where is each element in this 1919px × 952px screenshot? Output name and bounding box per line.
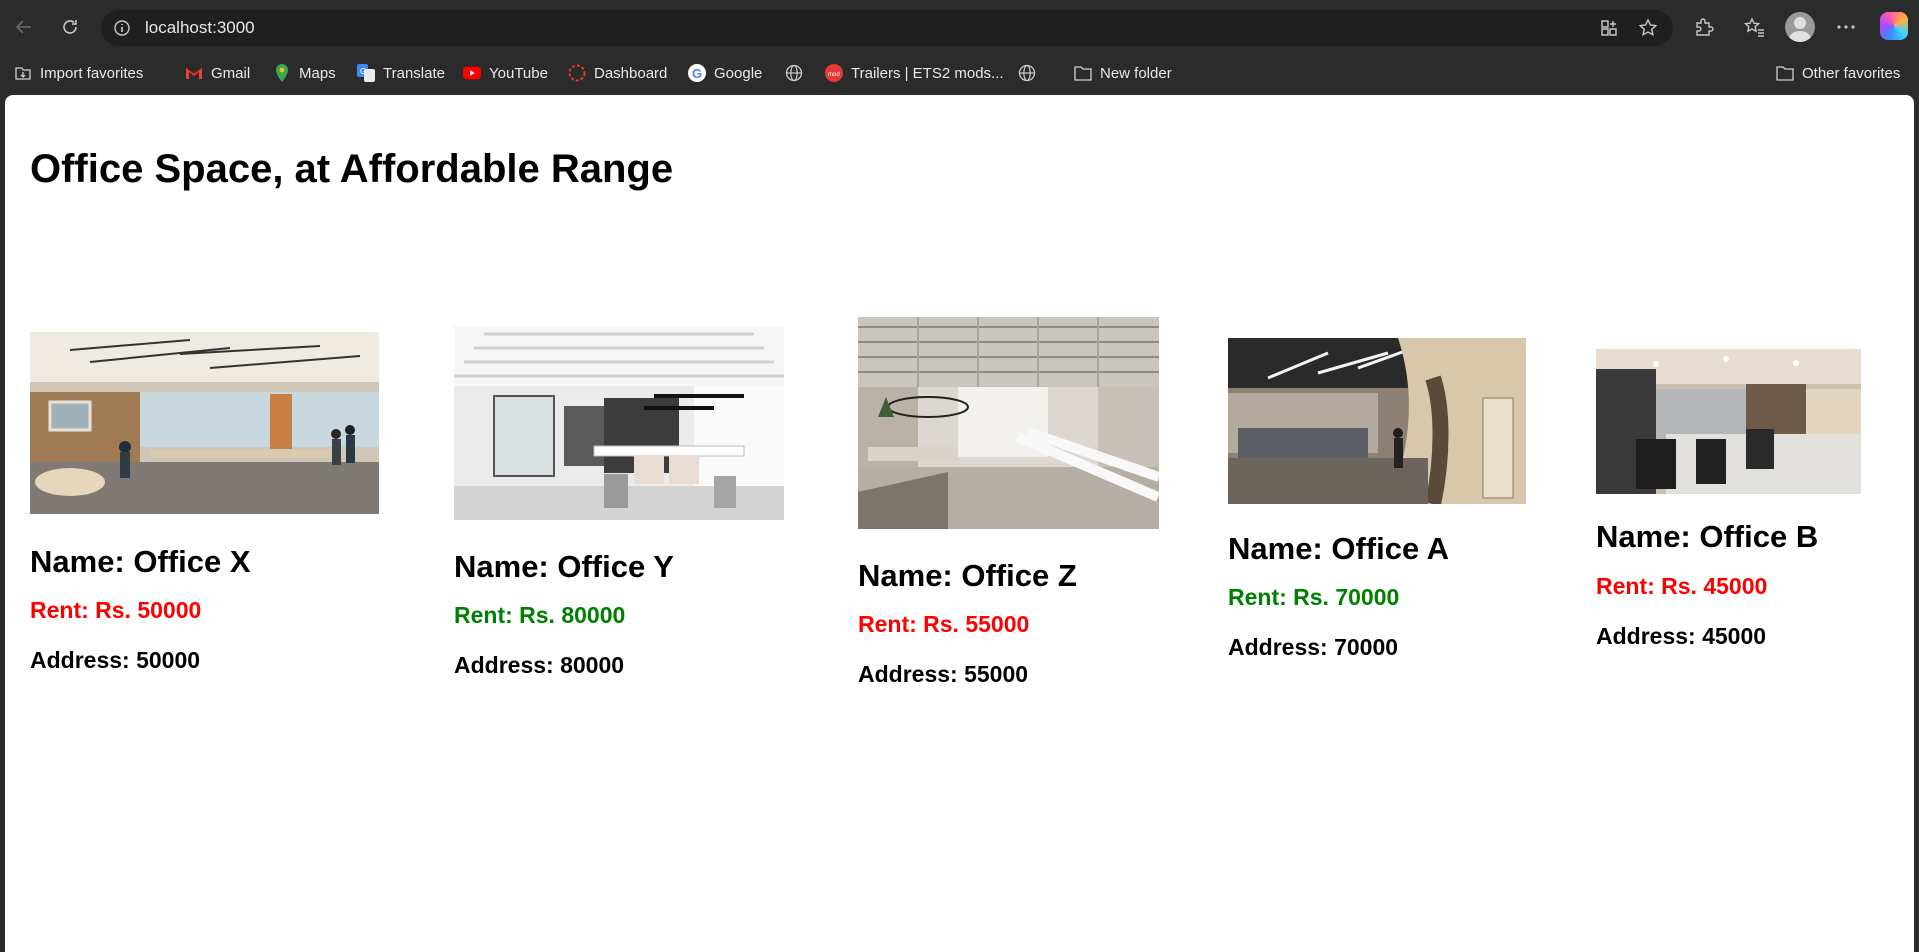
youtube-icon — [463, 64, 481, 82]
office-photo — [30, 332, 379, 514]
bookmark-label: Dashboard — [594, 64, 668, 82]
svg-text:mod: mod — [828, 72, 840, 78]
google-icon: G — [688, 64, 706, 82]
favorites-button[interactable] — [1741, 13, 1769, 41]
office-rent: Rent: Rs. 50000 — [30, 597, 202, 623]
office-address: Address: 55000 — [858, 661, 1029, 687]
bookmark-youtube[interactable]: YouTube — [463, 62, 548, 84]
copilot-icon[interactable] — [1880, 12, 1908, 40]
bookmark-gmail[interactable]: Gmail — [185, 62, 250, 84]
bookmark-globe-2[interactable] — [1018, 62, 1044, 84]
app-available-icon[interactable] — [1599, 18, 1619, 38]
svg-text:G: G — [360, 67, 366, 76]
bookmark-label: YouTube — [489, 64, 548, 82]
bookmark-import-favorites[interactable]: Import favorites — [14, 62, 143, 84]
refresh-icon — [63, 20, 77, 34]
address-bar[interactable] — [101, 10, 1673, 46]
more-menu-button[interactable] — [1832, 13, 1860, 41]
office-rent: Rent: Rs. 80000 — [454, 602, 626, 628]
bookmark-label: Maps — [299, 64, 336, 82]
ellipsis-icon — [1837, 25, 1855, 29]
profile-avatar[interactable] — [1785, 12, 1815, 42]
office-photo — [858, 317, 1159, 529]
bookmark-google[interactable]: G Google — [688, 62, 762, 84]
office-name: Name: Office X — [30, 544, 251, 579]
site-info-icon[interactable] — [113, 19, 131, 37]
svg-text:G: G — [692, 66, 702, 81]
bookmark-ets2[interactable]: mod Trailers | ETS2 mods... — [825, 62, 1004, 84]
gmail-icon — [185, 64, 203, 82]
bookmark-label: Import favorites — [40, 64, 144, 82]
office-name: Name: Office Y — [454, 549, 674, 584]
bookmark-label: Translate — [383, 64, 445, 82]
bookmark-translate[interactable]: G Translate — [357, 62, 445, 84]
bookmark-label: Gmail — [211, 64, 251, 82]
url-input[interactable] — [145, 18, 1545, 38]
bookmark-label: Google — [714, 64, 763, 82]
bookmark-other-favorites[interactable]: Other favorites — [1776, 62, 1900, 84]
translate-icon: G — [357, 64, 375, 82]
dashboard-icon — [568, 64, 586, 82]
office-name: Name: Office Z — [858, 558, 1077, 593]
globe-icon — [1018, 64, 1036, 82]
extensions-button[interactable] — [1690, 13, 1718, 41]
import-icon — [14, 64, 32, 82]
bookmark-dashboard[interactable]: Dashboard — [568, 62, 667, 84]
page-title: Office Space, at Affordable Range — [30, 147, 674, 191]
bookmark-label: Other favorites — [1802, 64, 1901, 82]
office-address: Address: 45000 — [1596, 623, 1767, 649]
office-photo — [1228, 338, 1526, 504]
folder-icon — [1074, 64, 1092, 82]
office-rent: Rent: Rs. 55000 — [858, 611, 1030, 637]
bookmark-label: New folder — [1100, 64, 1172, 82]
bookmarks-bar: Import favorites Gmail Maps G Translate … — [0, 54, 1919, 136]
bookmark-maps[interactable]: Maps — [273, 62, 336, 84]
office-name: Name: Office B — [1596, 519, 1819, 554]
bookmark-label: Trailers | ETS2 mods... — [851, 64, 1004, 82]
bookmark-new-folder[interactable]: New folder — [1074, 62, 1172, 84]
office-name: Name: Office A — [1228, 531, 1450, 566]
office-rent: Rent: Rs. 45000 — [1596, 573, 1768, 599]
office-rent: Rent: Rs. 70000 — [1228, 584, 1400, 610]
office-photo — [454, 326, 784, 520]
favorite-star-icon[interactable] — [1638, 18, 1658, 38]
puzzle-icon — [1696, 18, 1714, 36]
browser-toolbar — [0, 0, 1919, 54]
back-button[interactable] — [8, 11, 40, 43]
folder-icon — [1776, 64, 1794, 82]
globe-icon — [785, 64, 803, 82]
office-address: Address: 80000 — [454, 652, 625, 678]
office-address: Address: 50000 — [30, 647, 201, 673]
office-photo — [1596, 349, 1861, 494]
bookmark-globe-1[interactable] — [785, 62, 811, 84]
maps-icon — [273, 64, 291, 82]
ets2-icon: mod — [825, 64, 843, 82]
page-content: Office Space, at Affordable Range Name: … — [5, 95, 1914, 952]
refresh-button[interactable] — [54, 11, 86, 43]
back-arrow-icon — [15, 20, 31, 34]
office-address: Address: 70000 — [1228, 634, 1399, 660]
favorites-list-icon — [1744, 17, 1764, 37]
